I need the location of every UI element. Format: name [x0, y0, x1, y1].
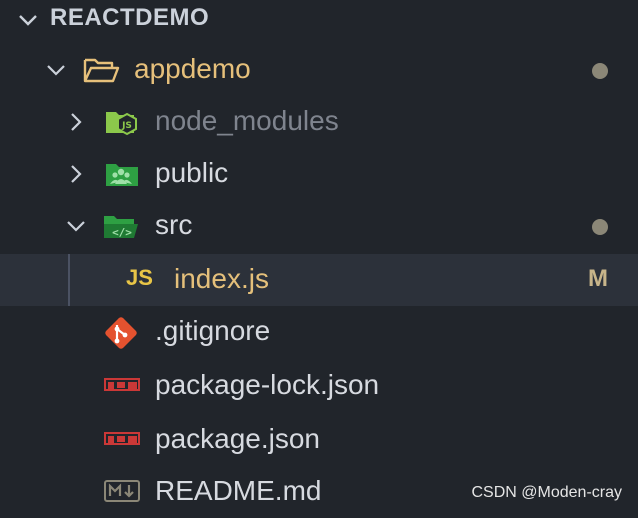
tree-item-package-json[interactable]: package.json [0, 414, 638, 466]
chevron-down-icon [19, 15, 37, 26]
npm-icon [104, 378, 140, 391]
tree-item-label: public [155, 157, 229, 188]
folder-src-open-icon: </> [104, 216, 138, 239]
file-tree: appdemo JS node_modules public </> src J… [0, 40, 638, 514]
tree-item-appdemo[interactable]: appdemo [0, 44, 638, 96]
git-icon [105, 317, 137, 349]
js-file-icon: JS [126, 265, 153, 290]
tree-item-label: src [155, 209, 193, 240]
folder-node-icon: JS [106, 112, 137, 136]
modified-dot-indicator [592, 219, 608, 235]
git-status-badge: M [588, 265, 608, 292]
tree-item-label: appdemo [134, 53, 251, 84]
svg-text:JS: JS [121, 121, 132, 131]
tree-item-package-lock-json[interactable]: package-lock.json [0, 360, 638, 412]
chevron-down-icon [67, 221, 85, 232]
indent-guide [68, 254, 70, 306]
tree-item-label: package-lock.json [155, 369, 380, 400]
watermark-text: CSDN @Moden-cray [471, 484, 623, 501]
folder-open-icon [83, 58, 120, 83]
explorer-section-title: REACTDEMO [50, 4, 210, 31]
npm-icon [104, 432, 140, 445]
tree-item-label: package.json [155, 423, 321, 454]
tree-item-gitignore[interactable]: .gitignore [0, 306, 638, 358]
tree-item-label: index.js [174, 263, 269, 294]
tree-item-label: README.md [155, 475, 322, 506]
tree-item-index-js[interactable]: JS index.js M [0, 254, 638, 306]
folder-public-icon [106, 164, 138, 186]
chevron-right-icon [71, 165, 82, 183]
tree-item-node-modules[interactable]: JS node_modules [0, 96, 638, 148]
modified-dot-indicator [592, 63, 608, 79]
chevron-down-icon [47, 65, 65, 76]
explorer-section-header[interactable]: REACTDEMO [0, 0, 638, 40]
tree-item-label: .gitignore [155, 315, 271, 346]
svg-text:</>: </> [112, 226, 132, 239]
chevron-right-icon [71, 113, 82, 131]
tree-item-src[interactable]: </> src [0, 200, 638, 252]
tree-item-public[interactable]: public [0, 148, 638, 200]
tree-item-label: node_modules [155, 105, 339, 136]
markdown-icon [104, 480, 140, 502]
